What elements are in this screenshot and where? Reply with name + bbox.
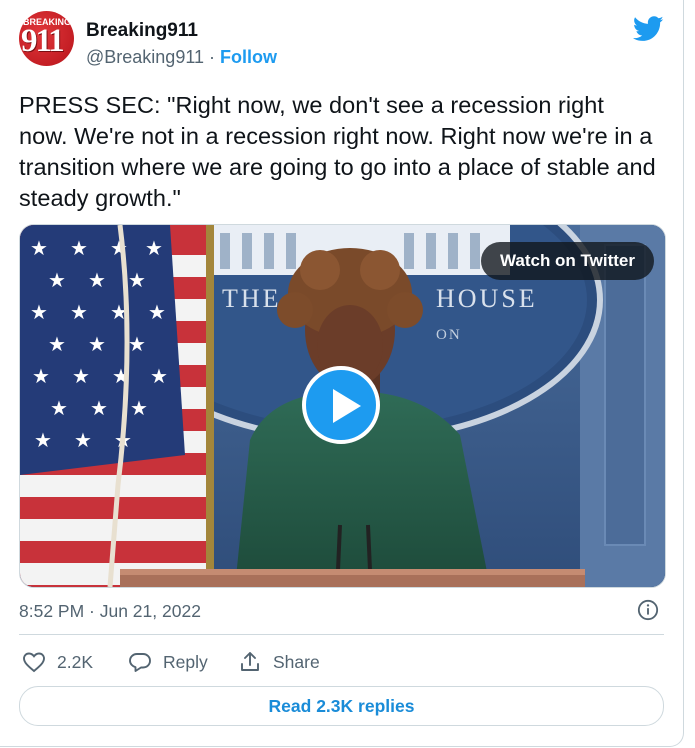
reply-action[interactable]: Reply bbox=[128, 648, 208, 676]
backdrop-text-small: ON bbox=[436, 327, 462, 343]
share-upload-icon bbox=[241, 652, 259, 671]
author-handle[interactable]: @Breaking911 bbox=[86, 47, 204, 67]
author-avatar[interactable]: BREAKING 911 bbox=[19, 11, 74, 66]
twitter-bird-icon[interactable] bbox=[633, 16, 664, 42]
svg-text:★: ★ bbox=[32, 364, 50, 388]
svg-text:★: ★ bbox=[30, 236, 48, 260]
svg-text:★: ★ bbox=[70, 300, 88, 324]
tweet-timestamp[interactable]: 8:52 PM · Jun 21, 2022 bbox=[19, 601, 201, 622]
reply-label: Reply bbox=[163, 651, 208, 672]
info-icon[interactable] bbox=[637, 599, 659, 621]
backdrop-text-left: THE bbox=[222, 284, 282, 313]
svg-text:★: ★ bbox=[30, 300, 48, 324]
reply-bubble-icon bbox=[129, 653, 151, 672]
svg-text:★: ★ bbox=[150, 364, 168, 388]
svg-text:★: ★ bbox=[48, 268, 66, 292]
tweet-card: BREAKING 911 Breaking911 @Breaking911 · … bbox=[0, 0, 684, 747]
svg-text:★: ★ bbox=[72, 364, 90, 388]
svg-text:★: ★ bbox=[145, 236, 163, 260]
svg-text:★: ★ bbox=[88, 268, 106, 292]
svg-text:★: ★ bbox=[128, 268, 146, 292]
svg-text:★: ★ bbox=[130, 396, 148, 420]
tweet-text: PRESS SEC: "Right now, we don't see a re… bbox=[19, 92, 656, 211]
svg-text:★: ★ bbox=[48, 332, 66, 356]
play-icon bbox=[333, 389, 361, 423]
follow-button[interactable]: Follow bbox=[220, 47, 277, 67]
share-action[interactable]: Share bbox=[238, 648, 320, 676]
share-label: Share bbox=[273, 651, 320, 672]
author-handle-line: @Breaking911 · Follow bbox=[86, 47, 277, 68]
svg-text:★: ★ bbox=[148, 300, 166, 324]
read-replies-button[interactable]: Read 2.3K replies bbox=[19, 686, 664, 726]
svg-text:★: ★ bbox=[74, 428, 92, 452]
like-count: 2.2K bbox=[57, 651, 93, 672]
video-media[interactable]: THE HOUSE ON ★★★★ ★★★ ★★★★ ★★★ bbox=[19, 224, 666, 588]
svg-text:★: ★ bbox=[88, 332, 106, 356]
heart-icon bbox=[23, 652, 45, 673]
svg-text:★: ★ bbox=[128, 332, 146, 356]
american-flag: ★ ★ ★ ★ ★ ★ ★ ★ ★ ★ ★ ★ ★ ★ ★ ★ ★ ★ ★ ★ ★ ★ ★ ★ bbox=[20, 225, 214, 587]
play-button[interactable] bbox=[302, 366, 380, 444]
handle-separator: · bbox=[209, 47, 216, 67]
watch-on-twitter-button[interactable]: Watch on Twitter bbox=[480, 242, 654, 280]
divider bbox=[19, 634, 664, 635]
avatar-logo-text-big: 911 bbox=[21, 23, 65, 59]
svg-text:★: ★ bbox=[70, 236, 88, 260]
backdrop-text-right: HOUSE bbox=[436, 284, 538, 313]
like-action[interactable]: 2.2K bbox=[22, 648, 93, 676]
svg-text:★: ★ bbox=[34, 428, 52, 452]
author-display-name[interactable]: Breaking911 bbox=[86, 20, 198, 42]
svg-text:★: ★ bbox=[90, 396, 108, 420]
svg-text:★: ★ bbox=[50, 396, 68, 420]
